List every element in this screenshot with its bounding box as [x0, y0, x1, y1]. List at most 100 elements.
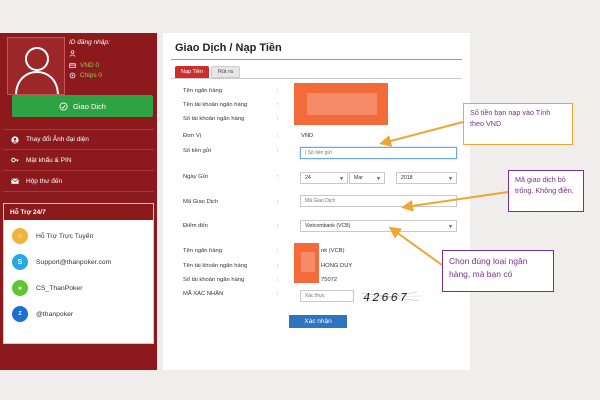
captcha-input[interactable]: [305, 293, 353, 299]
callout-bank-choice: Chọn đúng loại ngân hàng, mà bạn có: [442, 250, 554, 292]
transaction-code-label: Mã Giao Dịch: [183, 199, 219, 205]
user-icon: [69, 50, 76, 57]
tab-withdraw[interactable]: Rút ra: [211, 66, 240, 78]
support-zalo[interactable]: Z @thanpoker: [12, 305, 73, 323]
account-number2-label: Số tài khoản ngân hàng: [183, 277, 245, 283]
vnd-value: VND 0: [80, 62, 100, 69]
month-value: Mar: [354, 175, 363, 181]
day-value: 24: [305, 175, 311, 181]
vnd-balance: VND 0: [69, 62, 99, 69]
amount-field[interactable]: [300, 147, 457, 159]
support-panel: Hỗ Trợ 24/7 ☺ Hỗ Trợ Trực Tuyến S Suppor…: [3, 203, 154, 344]
user-icon: [11, 135, 19, 144]
account-number-label: Số tài khoản ngân hàng: [183, 116, 245, 122]
redacted-account-info-inner: [301, 252, 315, 272]
id-label: ID đăng nhập:: [69, 39, 110, 46]
account-info: ID đăng nhập: VND 0 Chips 0: [69, 37, 151, 95]
captcha-field[interactable]: [300, 290, 354, 302]
key-icon: [11, 157, 19, 163]
colon: :: [277, 277, 279, 283]
colon: :: [277, 199, 279, 205]
support-title: Hỗ Trợ 24/7: [4, 204, 153, 220]
chevron-down-icon: ▼: [339, 176, 344, 182]
month-select[interactable]: Mar ▼: [349, 172, 385, 184]
menu-item-label: Hộp thư đến: [26, 177, 63, 185]
main-panel: Giao Dịch / Nạp Tiền Nạp Tiền Rút ra Tên…: [163, 33, 470, 370]
unit-label: Đơn Vị: [183, 133, 201, 139]
year-select[interactable]: 2018 ▼: [396, 172, 457, 184]
account-name-label: Tên tài khoản ngân hàng: [183, 102, 248, 108]
profile-panel: ID đăng nhập: VND 0 Chips 0 Giao Dịch: [3, 33, 154, 123]
colon: :: [277, 102, 279, 108]
username-line: [69, 50, 76, 57]
support-item-label: CS_ThanPoker: [36, 284, 83, 292]
wechat-icon: ●: [12, 280, 28, 296]
callout-transaction-code: Mã giao dịch bỏ trống. Không điền.: [508, 170, 584, 212]
bank-name2-label: Tên ngân hàng: [183, 248, 223, 254]
amount-label: Số tiền gửi: [183, 148, 212, 154]
page-title: Giao Dịch / Nạp Tiền: [175, 42, 282, 54]
day-select[interactable]: 24 ▼: [300, 172, 348, 184]
skype-icon: S: [12, 254, 28, 270]
tabs: Nạp Tiền Rút ra: [175, 66, 240, 78]
redacted-bank-info-inner: [307, 93, 377, 115]
chevron-down-icon: ▼: [448, 176, 453, 182]
date-label: Ngày Gửi: [183, 174, 208, 180]
account-name2-value: HONG DUY: [321, 263, 353, 269]
live-support-icon: ☺: [12, 228, 28, 244]
support-wechat[interactable]: ● CS_ThanPoker: [12, 279, 82, 297]
menu-item-label: Mật khẩu & PIN: [26, 156, 72, 164]
tab-deposit[interactable]: Nạp Tiền: [175, 66, 210, 78]
captcha-label: MÃ XÁC NHẬN: [183, 291, 224, 297]
menu-item-password-pin[interactable]: Mật khẩu & PIN: [3, 150, 154, 171]
colon: :: [277, 223, 279, 229]
colon: :: [277, 148, 279, 154]
sidebar: ID đăng nhập: VND 0 Chips 0 Giao Dịch Th…: [0, 33, 157, 370]
wallet-icon: [69, 63, 76, 68]
support-item-label: @thanpoker: [36, 310, 74, 318]
title-divider: [171, 59, 462, 60]
avatar[interactable]: [7, 37, 65, 95]
support-item-label: Support@thanpoker.com: [36, 258, 112, 266]
year-value: 2018: [401, 175, 413, 181]
chips-balance: Chips 0: [69, 72, 102, 79]
account-menu: Thay đổi Ảnh đại diện Mật khẩu & PIN Hộp…: [3, 129, 154, 192]
colon: :: [277, 174, 279, 180]
destination-value: Vietcombank (VCB): [305, 223, 351, 229]
transaction-icon: [59, 101, 68, 111]
tabs-divider: [171, 78, 462, 79]
captcha-image: 42667: [363, 291, 410, 305]
chips-value: Chips 0: [80, 72, 103, 79]
account-number2-value: 75072: [321, 277, 338, 283]
chevron-down-icon: ▼: [448, 224, 453, 230]
destination-select[interactable]: Vietcombank (VCB) ▼: [300, 220, 457, 232]
colon: :: [277, 133, 279, 139]
bank-name2-value: nk (VCB): [321, 248, 345, 254]
transaction-button[interactable]: Giao Dịch: [12, 95, 153, 117]
colon: :: [277, 263, 279, 269]
menu-item-change-avatar[interactable]: Thay đổi Ảnh đại diện: [3, 129, 154, 150]
transaction-code-input[interactable]: [305, 198, 456, 204]
callout-amount: Số tiền bạn nạp vào Tính theo VND: [463, 103, 573, 145]
submit-button[interactable]: Xác nhận: [289, 315, 347, 328]
support-skype[interactable]: S Support@thanpoker.com: [12, 253, 111, 271]
colon: :: [277, 88, 279, 94]
menu-item-inbox[interactable]: Hộp thư đến: [3, 171, 154, 192]
menu-item-label: Thay đổi Ảnh đại diện: [26, 136, 89, 143]
bank-name-label: Tên ngân hàng: [183, 88, 223, 94]
unit-value: VND: [301, 133, 314, 139]
account-name2-label: Tên tài khoản ngân hàng: [183, 263, 248, 269]
support-item-label: Hỗ Trợ Trực Tuyến: [36, 232, 94, 240]
destination-label: Điểm đến: [183, 223, 208, 229]
mail-icon: [11, 178, 19, 184]
amount-input[interactable]: [305, 150, 456, 156]
transaction-button-label: Giao Dịch: [73, 101, 106, 111]
user-silhouette-icon: [15, 47, 59, 94]
colon: :: [277, 248, 279, 254]
zalo-icon: Z: [12, 306, 28, 322]
transaction-code-field[interactable]: [300, 195, 457, 207]
colon: :: [277, 291, 279, 297]
chevron-down-icon: ▼: [376, 176, 381, 182]
support-live-chat[interactable]: ☺ Hỗ Trợ Trực Tuyến: [12, 227, 93, 245]
chip-icon: [69, 72, 76, 79]
